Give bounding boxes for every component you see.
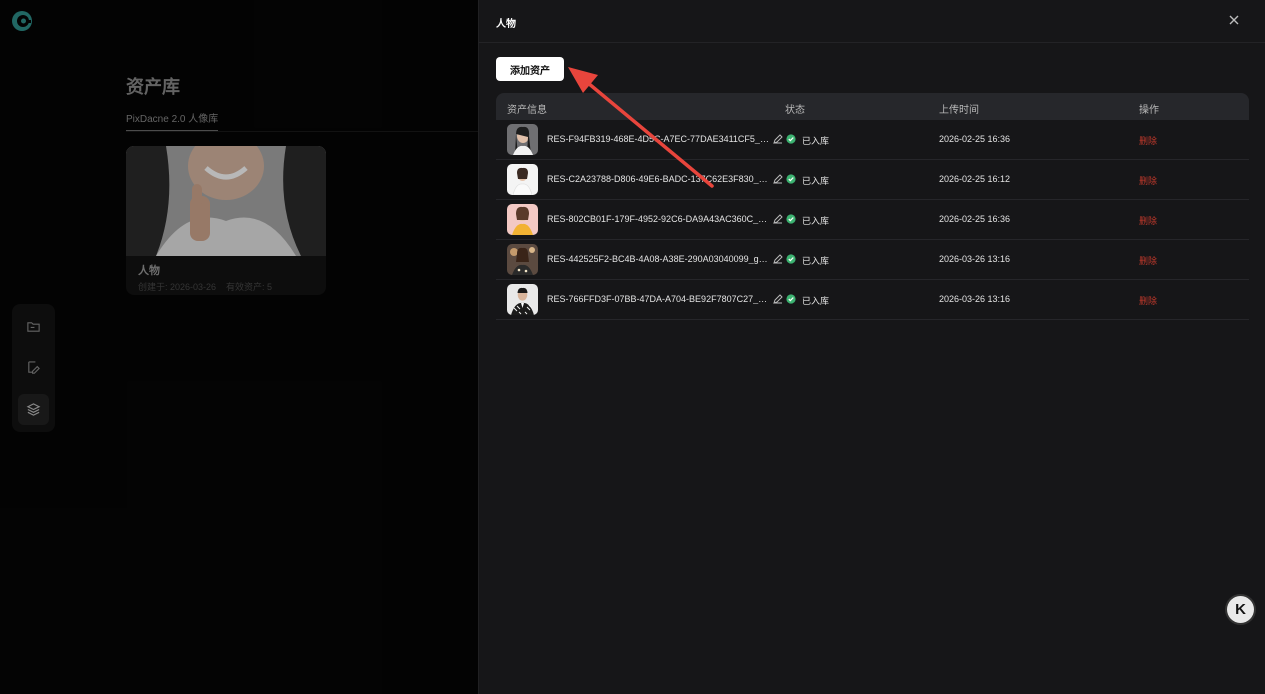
page-title: 资产库 [126, 77, 180, 97]
edit-icon[interactable] [773, 294, 783, 304]
column-header-action: 操作 [1139, 105, 1159, 116]
status-label: 已入库 [802, 296, 830, 306]
app-logo-icon[interactable] [11, 10, 33, 32]
status-label: 已入库 [802, 136, 830, 146]
delete-button[interactable]: 删除 [1139, 294, 1157, 307]
upload-time: 2026-02-25 16:12 [939, 174, 1011, 184]
card-title: 人物 [138, 265, 160, 277]
image-edit-icon [28, 361, 40, 374]
card-asset-count: 有效资产: 5 [226, 282, 273, 292]
table-row: RES-C2A23788-D806-49E6-BADC-137C62E3F830… [496, 160, 1249, 200]
card-meta: 创建于: 2026-03-26 有效资产: 5 [138, 280, 282, 293]
layers-icon [26, 403, 41, 416]
table-row: RES-F94FB319-468E-4D5C-A7EC-77DAE3411CF5… [496, 120, 1249, 160]
check-circle-icon [786, 134, 796, 144]
drawer-header: 人物 [479, 0, 1265, 43]
check-circle-icon [786, 254, 796, 264]
status-label: 已入库 [802, 216, 830, 226]
asset-name: RES-F94FB319-468E-4D5C-A7EC-77DAE3411CF5… [547, 134, 769, 144]
table-row: RES-442525F2-BC4B-4A08-A38E-290A03040099… [496, 240, 1249, 280]
table-row: RES-766FFD3F-07BB-47DA-A704-BE92F7807C27… [496, 280, 1249, 320]
status-label: 已入库 [802, 256, 830, 266]
delete-button[interactable]: 删除 [1139, 134, 1157, 147]
asset-thumbnail[interactable] [507, 124, 538, 155]
add-asset-button[interactable]: 添加资产 [496, 57, 564, 81]
asset-name: RES-802CB01F-179F-4952-92C6-DA9A43AC360C… [547, 214, 769, 224]
status-label: 已入库 [802, 176, 830, 186]
card-created-date: 创建于: 2026-03-26 [138, 282, 217, 292]
folder-icon [27, 322, 40, 332]
asset-thumbnail[interactable] [507, 164, 538, 195]
check-circle-icon [786, 294, 796, 304]
assistant-k-icon[interactable]: K [1227, 596, 1254, 623]
edit-icon[interactable] [773, 214, 783, 224]
delete-button[interactable]: 删除 [1139, 214, 1157, 227]
close-icon[interactable] [1227, 13, 1241, 27]
asset-name: RES-442525F2-BC4B-4A08-A38E-290A03040099… [547, 254, 769, 264]
upload-time: 2026-02-25 16:36 [939, 134, 1011, 144]
asset-card-people[interactable]: 人物 创建于: 2026-03-26 有效资产: 5 [126, 146, 326, 295]
asset-thumbnail[interactable] [507, 284, 538, 315]
side-dock [12, 304, 55, 432]
asset-name: RES-C2A23788-D806-49E6-BADC-137C62E3F830… [547, 174, 769, 184]
dock-image-edit-button[interactable] [18, 352, 49, 383]
table-header: 资产信息 状态 上传时间 操作 [496, 93, 1249, 120]
edit-icon[interactable] [773, 174, 783, 184]
table-row: RES-802CB01F-179F-4952-92C6-DA9A43AC360C… [496, 200, 1249, 240]
edit-icon[interactable] [773, 134, 783, 144]
column-header-status: 状态 [785, 105, 805, 116]
drawer-title: 人物 [496, 19, 516, 30]
delete-button[interactable]: 删除 [1139, 254, 1157, 267]
tab-portrait-library[interactable]: PixDacne 2.0 人像库 [126, 110, 219, 131]
column-header-time: 上传时间 [939, 105, 979, 116]
dock-folder-button[interactable] [18, 311, 49, 342]
check-circle-icon [786, 174, 796, 184]
upload-time: 2026-03-26 13:16 [939, 294, 1011, 304]
modal-backdrop [0, 0, 478, 694]
asset-name: RES-766FFD3F-07BB-47DA-A704-BE92F7807C27… [547, 294, 769, 304]
asset-table: 资产信息 状态 上传时间 操作 RES-F94FB319-468E-4D5C-A… [496, 93, 1249, 320]
check-circle-icon [786, 214, 796, 224]
asset-thumbnail[interactable] [507, 244, 538, 275]
upload-time: 2026-02-25 16:36 [939, 214, 1011, 224]
asset-thumbnail[interactable] [507, 204, 538, 235]
delete-button[interactable]: 删除 [1139, 174, 1157, 187]
tab-divider [126, 131, 478, 132]
upload-time: 2026-03-26 13:16 [939, 254, 1011, 264]
column-header-info: 资产信息 [507, 105, 547, 116]
dock-layers-button[interactable] [18, 394, 49, 425]
asset-drawer: 人物 添加资产 资产信息 状态 上传时间 操作 RES-F94FB319-468… [478, 0, 1265, 694]
edit-icon[interactable] [773, 254, 783, 264]
card-cover-image [126, 146, 326, 256]
